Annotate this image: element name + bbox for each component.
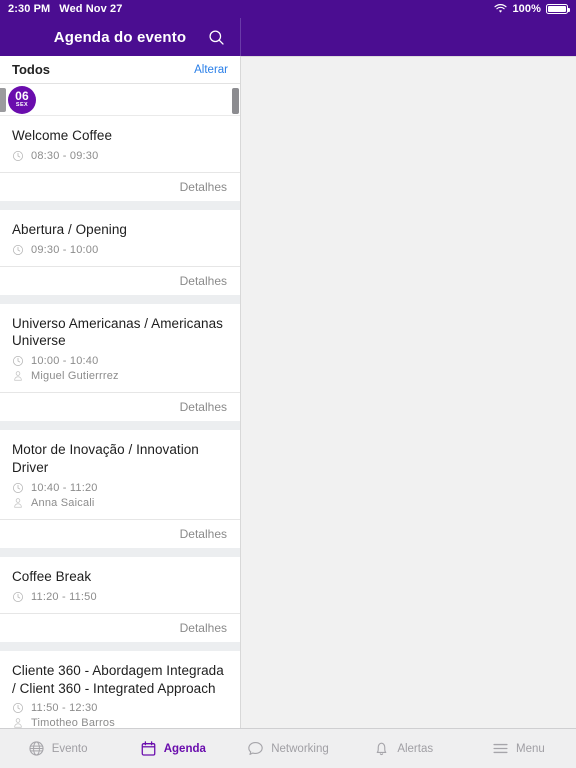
tab-menu[interactable]: Menu <box>461 729 576 768</box>
content-area: Todos Alterar 06 SEX Welcome Coffee 08:30… <box>0 56 576 728</box>
agenda-details-label: Detalhes <box>179 620 227 635</box>
agenda-card-separator <box>0 200 240 210</box>
tab-label: Evento <box>51 742 88 755</box>
app-navbar: Agenda do evento <box>0 18 241 56</box>
agenda-details-button[interactable]: Detalhes <box>0 612 240 642</box>
agenda-details-button[interactable]: Detalhes <box>0 265 240 295</box>
agenda-session-speaker: Timotheo Barros <box>31 717 115 728</box>
agenda-session-time: 10:40 - 11:20 <box>31 481 98 494</box>
agenda-card-separator <box>0 641 240 651</box>
date-chip-06[interactable]: 06 SEX <box>8 85 36 114</box>
agenda-details-button[interactable]: Detalhes <box>0 518 240 548</box>
agenda-card[interactable]: Coffee Break 11:20 - 11:50 Detalhes <box>0 556 240 642</box>
agenda-card-separator <box>0 294 240 304</box>
tablet-screen: 2:30 PM Wed Nov 27 100% Agenda do evento <box>0 0 576 768</box>
calendar-icon <box>140 740 157 757</box>
detail-pane-empty <box>241 56 576 728</box>
agenda-card-body[interactable]: Universo Americanas / Americanas Univers… <box>0 304 240 393</box>
status-bar-right: 100% <box>494 3 576 15</box>
agenda-session-title: Cliente 360 - Abordagem Integrada / Clie… <box>12 662 224 696</box>
tab-networking[interactable]: Networking <box>230 729 345 768</box>
agenda-list[interactable]: Welcome Coffee 08:30 - 09:30 Detalhes Abert… <box>0 116 240 728</box>
agenda-session-title: Universo Americanas / Americanas Univers… <box>12 315 223 349</box>
tab-evento[interactable]: Evento <box>0 729 115 768</box>
filter-row: Todos Alterar <box>0 56 240 84</box>
agenda-time-row: 11:50 - 12:30 <box>12 702 228 714</box>
agenda-card-separator <box>0 421 240 431</box>
tab-agenda[interactable]: Agenda <box>115 729 230 768</box>
agenda-session-time: 10:00 - 10:40 <box>31 355 99 368</box>
agenda-time-row: 08:30 - 09:30 <box>12 150 228 162</box>
agenda-speaker-row: Anna Saicali <box>12 497 228 509</box>
agenda-pane: Todos Alterar 06 SEX Welcome Coffee 08:30… <box>0 56 241 728</box>
agenda-speaker-row: Miguel Gutierrrez <box>12 370 228 382</box>
status-time: 2:30 PM <box>8 3 51 15</box>
change-filter-button[interactable]: Alterar <box>194 64 228 76</box>
filter-label: Todos <box>12 62 51 77</box>
page-title: Agenda do evento <box>53 28 187 46</box>
agenda-time-row: 11:20 - 11:50 <box>12 591 228 603</box>
agenda-speaker-row: Timotheo Barros <box>12 717 228 728</box>
agenda-session-time: 08:30 - 09:30 <box>31 149 99 162</box>
status-bar-left: 2:30 PM Wed Nov 27 <box>0 3 122 15</box>
tab-label: Menu <box>516 742 545 755</box>
agenda-card-body[interactable]: Motor de Inovação / Innovation Driver 10:… <box>0 430 240 519</box>
date-chip-weekday: SEX <box>15 102 29 109</box>
agenda-details-label: Detalhes <box>179 400 227 415</box>
agenda-session-title: Coffee Break <box>12 568 92 584</box>
tab-alertas[interactable]: Alertas <box>346 729 461 768</box>
bell-icon <box>373 740 390 757</box>
status-bar: 2:30 PM Wed Nov 27 100% <box>0 0 576 18</box>
tab-label: Networking <box>271 742 329 755</box>
agenda-time-row: 10:00 - 10:40 <box>12 355 228 367</box>
agenda-session-title: Motor de Inovação / Innovation Driver <box>12 442 199 476</box>
agenda-card-body[interactable]: Cliente 360 - Abordagem Integrada / Clie… <box>0 651 240 728</box>
agenda-card[interactable]: Abertura / Opening 09:30 - 10:00 Detalhes <box>0 209 240 295</box>
agenda-session-time: 09:30 - 10:00 <box>31 243 99 256</box>
agenda-card[interactable]: Welcome Coffee 08:30 - 09:30 Detalhes <box>0 116 240 201</box>
agenda-session-speaker: Anna Saicali <box>31 496 95 509</box>
agenda-details-button[interactable]: Detalhes <box>0 392 240 421</box>
agenda-card-body[interactable]: Abertura / Opening 09:30 - 10:00 <box>0 210 240 266</box>
agenda-card[interactable]: Universo Americanas / Americanas Univers… <box>0 303 240 422</box>
battery-percent: 100% <box>512 3 541 15</box>
navbar-right-filler <box>241 18 576 56</box>
date-strip[interactable]: 06 SEX <box>0 84 240 116</box>
agenda-details-label: Detalhes <box>179 273 227 288</box>
agenda-details-label: Detalhes <box>179 526 227 541</box>
agenda-card[interactable]: Motor de Inovação / Innovation Driver 10:… <box>0 430 240 548</box>
agenda-session-time: 11:50 - 12:30 <box>31 702 98 715</box>
tab-label: Agenda <box>163 742 206 755</box>
agenda-card-body[interactable]: Coffee Break 11:20 - 11:50 <box>0 557 240 613</box>
agenda-card-separator <box>0 547 240 557</box>
agenda-card[interactable]: Cliente 360 - Abordagem Integrada / Clie… <box>0 650 240 728</box>
agenda-session-speaker: Miguel Gutierrrez <box>31 370 119 383</box>
agenda-details-button[interactable]: Detalhes <box>0 171 240 201</box>
bottom-tab-bar: Evento Agenda Networking Alertas Menu <box>0 728 576 768</box>
agenda-session-title: Abertura / Opening <box>12 221 127 237</box>
wifi-icon <box>494 3 508 14</box>
agenda-time-row: 10:40 - 11:20 <box>12 482 228 494</box>
search-icon[interactable] <box>204 25 228 49</box>
date-strip-scroll-left[interactable] <box>0 88 6 112</box>
date-chip-number: 06 <box>15 89 29 104</box>
agenda-details-label: Detalhes <box>179 179 227 194</box>
chat-icon <box>247 740 264 757</box>
tab-label: Alertas <box>397 742 434 755</box>
agenda-session-title: Welcome Coffee <box>12 128 112 143</box>
agenda-session-time: 11:20 - 11:50 <box>31 590 97 603</box>
top-bar-region: Agenda do evento <box>0 18 576 56</box>
battery-icon <box>546 4 570 14</box>
agenda-card-body[interactable]: Welcome Coffee 08:30 - 09:30 <box>0 116 240 172</box>
globe-icon <box>28 740 45 757</box>
agenda-time-row: 09:30 - 10:00 <box>12 244 228 256</box>
date-strip-scrollbar[interactable] <box>232 88 239 114</box>
hamburger-icon <box>492 740 509 757</box>
status-date: Wed Nov 27 <box>59 3 123 15</box>
